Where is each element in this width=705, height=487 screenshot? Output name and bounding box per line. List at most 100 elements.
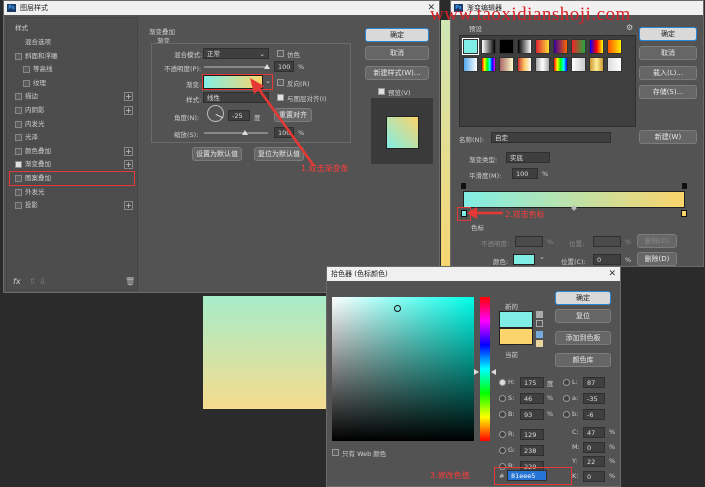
hue-slider[interactable] (480, 297, 490, 441)
field-radio[interactable] (499, 431, 506, 438)
opacity-input[interactable]: 100 (274, 61, 294, 72)
gradient-preset[interactable] (463, 57, 478, 72)
current-color-swatch[interactable] (499, 328, 533, 345)
gradient-preset[interactable] (462, 38, 479, 55)
ge-delete-opacity-button[interactable]: 删除(D) (637, 234, 677, 248)
set-default-button[interactable]: 设置为默认值 (192, 147, 242, 161)
field-radio[interactable] (499, 411, 506, 418)
gradient-preset[interactable] (571, 39, 586, 54)
field-radio[interactable] (499, 395, 506, 402)
blend-mode-select[interactable]: 正常 ⌄ (203, 48, 269, 59)
sidebar-item-1[interactable]: 斜面和浮雕 (11, 50, 137, 63)
color-stop-right[interactable] (681, 210, 687, 217)
sidebar-checkbox[interactable] (15, 52, 22, 60)
sidebar-item-6[interactable]: 内发光 (11, 118, 137, 131)
new-style-button[interactable]: 新建样式(W)... (365, 66, 429, 80)
cancel-button[interactable]: 取消 (365, 46, 429, 60)
web-safe-cube-icon[interactable] (536, 331, 543, 338)
gradient-preset[interactable] (481, 57, 496, 72)
ge-cancel-button[interactable]: 取消 (639, 46, 697, 60)
trash-icon[interactable]: 🗑 (125, 277, 135, 286)
angle-dial[interactable] (207, 105, 224, 122)
web-only-checkbox[interactable] (332, 449, 339, 456)
cp-ok-button[interactable]: 确定 (555, 291, 611, 305)
move-down-icon[interactable]: ⇩ (39, 277, 46, 286)
web-color-icon[interactable] (536, 320, 543, 327)
cp-add-swatch-button[interactable]: 添加到色板 (555, 331, 611, 345)
gradient-preset[interactable] (589, 39, 604, 54)
field-radio[interactable] (563, 379, 570, 386)
name-input[interactable]: 自定 (491, 132, 611, 143)
sidebar-checkbox[interactable] (15, 202, 22, 210)
saturation-brightness-field[interactable] (332, 297, 474, 441)
color-cursor[interactable] (394, 305, 401, 312)
plus-icon[interactable]: + (124, 92, 133, 102)
gradient-preset[interactable] (499, 57, 514, 72)
sidebar-checkbox[interactable] (15, 107, 22, 114)
cp-reset-button[interactable]: 复位 (555, 309, 611, 323)
web-safe-swatch-icon[interactable] (536, 340, 543, 347)
ge-new-button[interactable]: 新建(W) (639, 130, 697, 144)
ge-color-swatch[interactable] (513, 254, 535, 265)
sidebar-checkbox[interactable] (15, 188, 22, 196)
sidebar-checkbox[interactable] (15, 161, 22, 169)
ok-button[interactable]: 确定 (365, 28, 429, 42)
gradient-preset[interactable] (607, 57, 622, 72)
sidebar-checkbox[interactable] (23, 79, 30, 87)
sidebar-item-11[interactable]: 外发光 (11, 186, 137, 199)
field-radio[interactable] (499, 379, 506, 386)
type-select[interactable]: 实底 (506, 152, 550, 163)
field-value[interactable]: 129 (520, 429, 544, 440)
preview-checkbox[interactable] (378, 88, 385, 95)
sidebar-checkbox[interactable] (15, 134, 22, 142)
hue-slider-thumb-left[interactable] (474, 369, 479, 375)
cp-color-library-button[interactable]: 颜色库 (555, 353, 611, 367)
fx-icon[interactable]: fx (13, 277, 21, 286)
plus-icon[interactable]: + (124, 146, 133, 156)
gradient-preset[interactable] (553, 39, 568, 54)
sidebar-checkbox[interactable] (15, 93, 22, 101)
plus-icon[interactable]: + (124, 160, 133, 170)
gradient-preset[interactable] (481, 39, 496, 54)
field-radio[interactable] (563, 411, 570, 418)
plus-icon[interactable]: + (124, 201, 133, 211)
opacity-stop-right[interactable] (682, 183, 687, 189)
sidebar-item-5[interactable]: 内阴影 + (11, 104, 137, 117)
close-icon[interactable]: ✕ (608, 267, 616, 281)
gradient-preset[interactable] (571, 57, 586, 72)
sidebar-item-9[interactable]: 渐变叠加 + (11, 158, 137, 172)
sidebar-checkbox[interactable] (15, 147, 22, 155)
sidebar-checkbox[interactable] (15, 120, 22, 128)
field-value[interactable]: 93 (520, 409, 544, 420)
ge-location-c-input[interactable]: 0 (593, 254, 621, 265)
field-value[interactable]: 47 (583, 427, 605, 438)
gradient-preset[interactable] (553, 57, 568, 72)
ge-delete-color-button[interactable]: 删除(D) (637, 252, 677, 266)
gamut-warning-icon[interactable] (536, 311, 543, 318)
gradient-preset[interactable] (535, 39, 550, 54)
move-up-icon[interactable]: ⇧ (29, 277, 36, 286)
field-value[interactable]: -6 (583, 409, 605, 420)
sidebar-checkbox[interactable] (23, 66, 30, 74)
opacity-stop-left[interactable] (461, 183, 466, 189)
gradient-preset[interactable] (517, 57, 532, 72)
gradient-preset[interactable] (589, 57, 604, 72)
ge-location-input[interactable] (593, 236, 621, 247)
hue-slider-thumb-right[interactable] (491, 369, 496, 375)
opacity-slider[interactable] (204, 66, 268, 68)
field-value[interactable]: 46 (520, 393, 544, 404)
ge-load-button[interactable]: 载入(L)... (639, 66, 697, 80)
field-radio[interactable] (499, 447, 506, 454)
sidebar-item-8[interactable]: 颜色叠加 + (11, 145, 137, 158)
sidebar-item-12[interactable]: 投影 + (11, 199, 137, 213)
smooth-input[interactable]: 100 (512, 168, 538, 179)
gradient-preset[interactable] (607, 39, 622, 54)
plus-icon[interactable]: + (124, 106, 133, 115)
field-value[interactable]: 22 (583, 456, 605, 467)
gradient-preset[interactable] (535, 57, 550, 72)
sidebar-item-7[interactable]: 光泽 (11, 131, 137, 145)
field-value[interactable]: 238 (520, 445, 544, 456)
ge-color-dropdown-icon[interactable]: ⌄ (539, 253, 545, 261)
field-value[interactable]: 0 (583, 441, 605, 453)
ge-ok-button[interactable]: 确定 (639, 27, 697, 41)
